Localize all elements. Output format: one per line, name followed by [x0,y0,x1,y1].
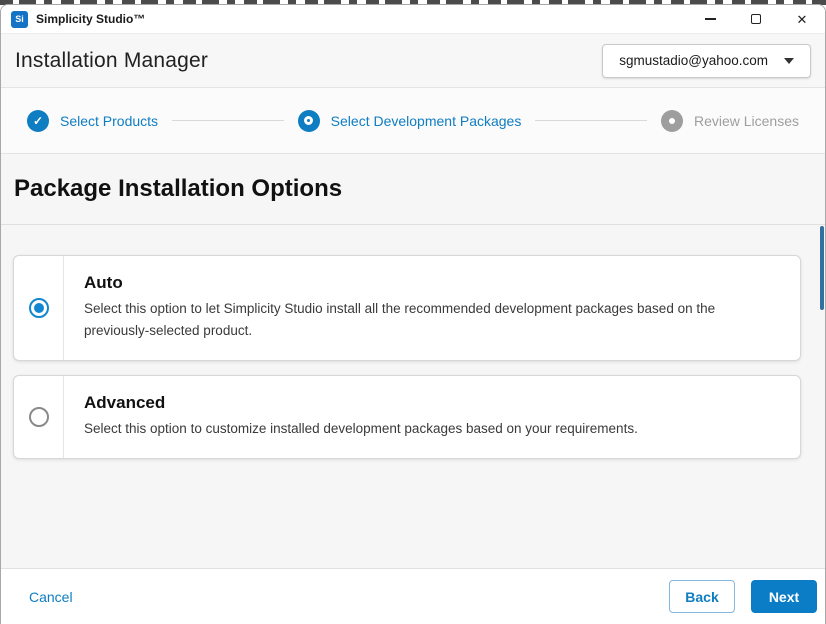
step-label: Review Licenses [694,113,799,129]
title-bar: Si Simplicity Studio™ ✕ [1,5,825,34]
step-select-products[interactable]: ✓ Select Products [27,110,158,132]
step-upcoming-icon [661,110,683,132]
next-button[interactable]: Next [751,580,817,613]
maximize-icon [751,14,761,24]
minimize-icon [705,18,716,20]
chevron-down-icon [784,58,794,64]
option-body: Advanced Select this option to customize… [64,376,658,458]
page-header-title: Installation Manager [15,49,208,73]
page-title: Package Installation Options [14,175,342,203]
app-title: Simplicity Studio™ [36,12,145,26]
step-active-icon [298,110,320,132]
section-title-bar: Package Installation Options [1,154,825,225]
back-button[interactable]: Back [669,580,735,613]
radio-rail [14,376,64,458]
minimize-button[interactable] [687,5,733,33]
account-dropdown[interactable]: sgmustadio@yahoo.com [602,44,811,78]
step-connector [535,120,647,121]
option-title: Auto [84,273,780,293]
option-card-auto[interactable]: Auto Select this option to let Simplicit… [13,255,801,361]
scrollbar-thumb[interactable] [820,226,824,310]
option-body: Auto Select this option to let Simplicit… [64,256,800,360]
step-label: Select Development Packages [331,113,522,129]
app-logo-icon: Si [11,11,28,28]
window-controls: ✕ [687,5,825,33]
content-area: Auto Select this option to let Simplicit… [1,225,825,568]
close-button[interactable]: ✕ [779,5,825,33]
account-email: sgmustadio@yahoo.com [619,53,768,68]
step-select-development-packages[interactable]: Select Development Packages [298,110,522,132]
radio-rail [14,256,64,360]
step-review-licenses[interactable]: Review Licenses [661,110,799,132]
cancel-button[interactable]: Cancel [29,589,73,605]
option-description: Select this option to customize installe… [84,418,638,440]
footer: Cancel Back Next [1,568,825,624]
radio-auto[interactable] [29,298,49,318]
wizard-stepper: ✓ Select Products Select Development Pac… [1,88,825,154]
step-completed-icon: ✓ [27,110,49,132]
maximize-button[interactable] [733,5,779,33]
step-label: Select Products [60,113,158,129]
option-description: Select this option to let Simplicity Stu… [84,298,780,342]
app-window: Si Simplicity Studio™ ✕ Installation Man… [0,4,826,624]
option-card-advanced[interactable]: Advanced Select this option to customize… [13,375,801,459]
close-icon: ✕ [797,13,808,26]
header: Installation Manager sgmustadio@yahoo.co… [1,34,825,88]
option-title: Advanced [84,393,638,413]
step-connector [172,120,284,121]
radio-advanced[interactable] [29,407,49,427]
